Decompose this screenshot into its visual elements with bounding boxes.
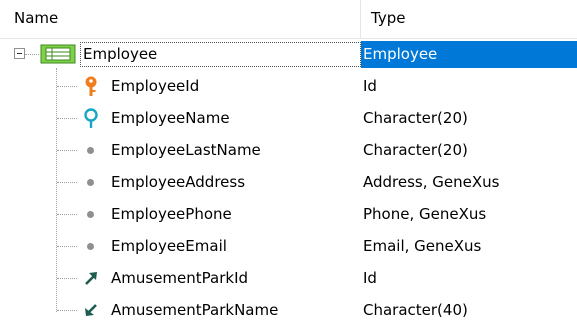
attribute-type: Character(20) [363, 109, 468, 127]
attribute-type: Address, GeneXus [363, 173, 500, 191]
collapse-icon[interactable] [14, 48, 25, 59]
tree-row[interactable]: EmployeePhone Phone, GeneXus [0, 198, 577, 230]
attribute-dot-icon [87, 211, 94, 218]
tree-guide-line [57, 182, 77, 183]
tree-row[interactable]: AmusementParkName Character(40) [0, 294, 577, 326]
primary-key-icon [85, 76, 97, 96]
attribute-name: EmployeeAddress [111, 173, 246, 191]
tree-row[interactable]: EmployeeName Character(20) [0, 102, 577, 134]
attribute-type: Character(40) [363, 301, 468, 319]
index-key-icon [84, 108, 98, 128]
tree-guide-line [25, 54, 39, 55]
attribute-dot-icon [87, 179, 94, 186]
tree-guide-line [57, 278, 77, 279]
foreign-key-up-icon [85, 272, 97, 285]
attribute-type: Id [363, 269, 377, 287]
entity-table-icon [40, 44, 76, 64]
foreign-key-down-icon [85, 304, 97, 316]
attribute-name: EmployeeName [111, 109, 230, 127]
tree-row[interactable]: EmployeeEmail Email, GeneXus [0, 230, 577, 262]
tree-guide-line [57, 214, 77, 215]
attribute-name: AmusementParkId [111, 269, 249, 287]
tree-row[interactable]: AmusementParkId Id [0, 262, 577, 294]
root-name-cell[interactable]: Employee [80, 42, 361, 67]
tree-row-root[interactable]: Employee Employee [0, 38, 577, 70]
attribute-type: Character(20) [363, 141, 468, 159]
tree-guide-line [57, 246, 77, 247]
attribute-name: EmployeePhone [111, 205, 232, 223]
attribute-type: Id [363, 77, 377, 95]
root-type: Employee [363, 45, 438, 63]
attribute-name: EmployeeLastName [111, 141, 261, 159]
attribute-type: Phone, GeneXus [363, 205, 487, 223]
attribute-name: AmusementParkName [111, 301, 279, 319]
attribute-type: Email, GeneXus [363, 237, 482, 255]
tree-row[interactable]: EmployeeLastName Character(20) [0, 134, 577, 166]
tree-guide-line [57, 310, 77, 311]
tree-guide-line [57, 118, 77, 119]
root-type-cell[interactable]: Employee [361, 41, 577, 68]
tree-row[interactable]: EmployeeAddress Address, GeneXus [0, 166, 577, 198]
attribute-dot-icon [87, 243, 94, 250]
attribute-dot-icon [87, 147, 94, 154]
column-header-type[interactable]: Type [361, 0, 577, 38]
attribute-name: EmployeeEmail [111, 237, 227, 255]
root-name: Employee [83, 45, 158, 63]
tree-row[interactable]: EmployeeId Id [0, 70, 577, 102]
attribute-name: EmployeeId [111, 77, 200, 95]
column-header: Name Type [0, 0, 577, 39]
tree-guide-line [57, 150, 77, 151]
column-header-name[interactable]: Name [0, 0, 361, 38]
attribute-tree: Employee Employee EmployeeId Id Employee… [0, 38, 577, 331]
tree-guide-line [57, 86, 77, 87]
